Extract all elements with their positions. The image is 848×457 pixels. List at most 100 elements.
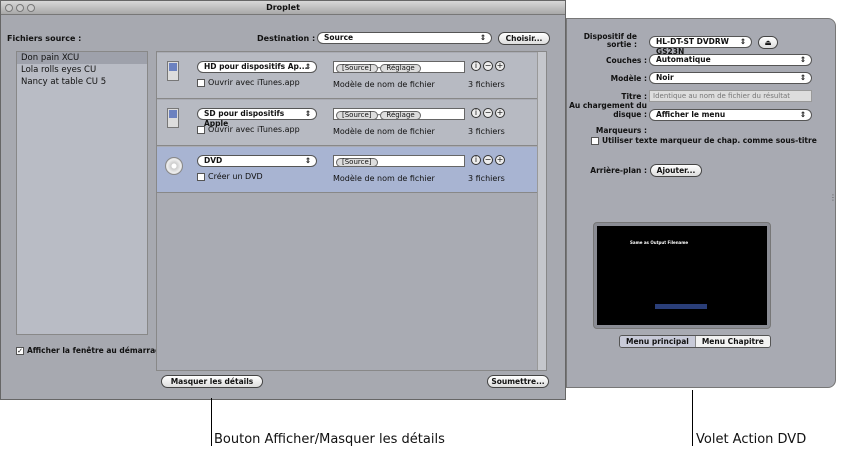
on-load-popup[interactable]: Afficher le menu ⇕ bbox=[649, 109, 812, 121]
markers-checkbox[interactable]: Utiliser texte marqueur de chap. comme s… bbox=[591, 136, 817, 145]
callout-line-right bbox=[692, 390, 693, 446]
row-actions: i − + bbox=[469, 155, 505, 165]
submit-button[interactable]: Soumettre... bbox=[487, 375, 549, 388]
pane-resize-handle[interactable]: ⋮ bbox=[829, 193, 837, 202]
add-icon[interactable]: + bbox=[495, 108, 505, 118]
preview-title: Same as Output Filename bbox=[630, 240, 689, 245]
menu-preview: Same as Output Filename bbox=[593, 222, 771, 329]
title-label: Titre : bbox=[621, 92, 647, 101]
row-option-label: Créer un DVD bbox=[208, 172, 263, 181]
row-option-checkbox[interactable]: Créer un DVD bbox=[197, 172, 263, 181]
remove-icon[interactable]: − bbox=[483, 155, 493, 165]
source-file-list[interactable]: Don pain XCU Lola rolls eyes CU Nancy at… bbox=[16, 51, 148, 335]
template-label: Modèle de nom de fichier bbox=[333, 127, 435, 136]
destination-label: Destination : bbox=[257, 34, 316, 43]
list-item[interactable]: Nancy at table CU 5 bbox=[17, 76, 147, 88]
setting-row[interactable]: DVD ⇕ [Source] i − + Créer un DVD Modèle de… bbox=[157, 147, 537, 193]
ipod-icon bbox=[167, 108, 179, 128]
checkbox[interactable] bbox=[591, 137, 599, 145]
setting-row[interactable]: HD pour dispositifs Ap... ⇕ [Source] - Régl… bbox=[157, 53, 537, 99]
popup-arrows-icon: ⇕ bbox=[799, 110, 806, 119]
template-value: Noir bbox=[656, 73, 674, 82]
template-label: Modèle : bbox=[610, 74, 647, 83]
ipod-icon bbox=[167, 61, 179, 81]
add-icon[interactable]: + bbox=[495, 155, 505, 165]
hide-details-button[interactable]: Masquer les détails bbox=[161, 375, 263, 388]
template-popup[interactable]: Noir ⇕ bbox=[649, 72, 812, 84]
callout-hide-details: Bouton Afficher/Masquer les détails bbox=[214, 432, 445, 447]
dvd-disc-icon bbox=[165, 157, 183, 175]
menu-tabs: Menu principal Menu Chapitre bbox=[619, 335, 771, 348]
destination-value: Source bbox=[324, 33, 354, 42]
filename-template-field[interactable]: [Source] - Réglage bbox=[333, 61, 465, 73]
on-load-value: Afficher le menu bbox=[656, 110, 726, 119]
minimize-button[interactable] bbox=[16, 4, 24, 12]
row-option-label: Ouvrir avec iTunes.app bbox=[208, 78, 300, 87]
preset-popup[interactable]: DVD ⇕ bbox=[197, 155, 317, 167]
zoom-button[interactable] bbox=[27, 4, 35, 12]
filename-template-field[interactable]: [Source] - Réglage bbox=[333, 108, 465, 120]
settings-list: HD pour dispositifs Ap... ⇕ [Source] - Régl… bbox=[156, 51, 547, 371]
tab-chapter-menu[interactable]: Menu Chapitre bbox=[694, 336, 770, 347]
on-load-label: Au chargement du disque : bbox=[569, 101, 647, 119]
add-icon[interactable]: + bbox=[495, 61, 505, 71]
dvd-action-pane: Dispositif de sortie : HL-DT-ST DVDRW GS… bbox=[566, 18, 837, 388]
filename-token[interactable]: [Source] bbox=[336, 64, 378, 73]
filename-token[interactable]: Réglage bbox=[380, 111, 421, 120]
info-icon[interactable]: i bbox=[471, 108, 481, 118]
popup-arrows-icon: ⇕ bbox=[304, 156, 311, 165]
row-option-checkbox[interactable]: Ouvrir avec iTunes.app bbox=[197, 125, 300, 134]
row-actions: i − + bbox=[469, 108, 505, 118]
file-count: 3 fichiers bbox=[468, 80, 505, 89]
setting-row[interactable]: SD pour dispositifs Apple ⇕ [Source] - Régl… bbox=[157, 100, 537, 146]
popup-arrows-icon: ⇕ bbox=[304, 109, 311, 118]
title-input[interactable] bbox=[649, 90, 812, 102]
show-at-launch-checkbox[interactable]: ✓ Afficher la fenêtre au démarrage bbox=[16, 346, 166, 355]
window-controls bbox=[5, 4, 35, 12]
checkbox[interactable] bbox=[197, 78, 205, 87]
template-label: Modèle de nom de fichier bbox=[333, 80, 435, 89]
info-icon[interactable]: i bbox=[471, 61, 481, 71]
destination-popup[interactable]: Source ⇕ bbox=[317, 32, 492, 44]
layers-popup[interactable]: Automatique ⇕ bbox=[649, 54, 812, 66]
row-option-checkbox[interactable]: Ouvrir avec iTunes.app bbox=[197, 78, 300, 87]
popup-arrows-icon: ⇕ bbox=[799, 73, 806, 82]
list-item[interactable]: Lola rolls eyes CU bbox=[17, 64, 147, 76]
background-label: Arrière-plan : bbox=[590, 166, 647, 175]
row-actions: i − + bbox=[469, 61, 505, 71]
output-device-popup[interactable]: HL-DT-ST DVDRW GS23N ⇕ bbox=[649, 36, 752, 56]
filename-token[interactable]: [Source] bbox=[336, 111, 378, 120]
filename-token[interactable]: Réglage bbox=[380, 64, 421, 73]
layers-label: Couches : bbox=[606, 56, 647, 65]
close-button[interactable] bbox=[5, 4, 13, 12]
remove-icon[interactable]: − bbox=[483, 61, 493, 71]
info-icon[interactable]: i bbox=[471, 155, 481, 165]
popup-arrows-icon: ⇕ bbox=[739, 37, 746, 46]
file-count: 3 fichiers bbox=[468, 174, 505, 183]
callout-dvd-pane: Volet Action DVD bbox=[696, 432, 807, 447]
remove-icon[interactable]: − bbox=[483, 108, 493, 118]
title-bar: Droplet bbox=[1, 1, 565, 15]
choose-button[interactable]: Choisir... bbox=[498, 32, 550, 45]
popup-arrows-icon: ⇕ bbox=[799, 55, 806, 64]
show-at-launch-label: Afficher la fenêtre au démarrage bbox=[27, 346, 166, 355]
eject-button[interactable]: ⏏ bbox=[758, 36, 778, 49]
template-label: Modèle de nom de fichier bbox=[333, 174, 435, 183]
checkbox[interactable] bbox=[197, 172, 205, 181]
popup-arrows-icon: ⇕ bbox=[479, 33, 486, 42]
scrollbar[interactable] bbox=[537, 52, 546, 370]
list-item[interactable]: Don pain XCU bbox=[17, 52, 147, 64]
add-background-button[interactable]: Ajouter... bbox=[650, 164, 702, 177]
filename-token[interactable]: [Source] bbox=[336, 158, 378, 167]
tab-main-menu[interactable]: Menu principal bbox=[620, 336, 695, 347]
filename-template-field[interactable]: [Source] bbox=[333, 155, 465, 167]
markers-option-label: Utiliser texte marqueur de chap. comme s… bbox=[602, 136, 817, 145]
checkbox[interactable] bbox=[197, 125, 205, 134]
markers-label: Marqueurs : bbox=[595, 126, 647, 135]
preset-popup[interactable]: SD pour dispositifs Apple ⇕ bbox=[197, 108, 317, 128]
preset-value: DVD bbox=[204, 156, 223, 165]
row-option-label: Ouvrir avec iTunes.app bbox=[208, 125, 300, 134]
popup-arrows-icon: ⇕ bbox=[304, 62, 311, 71]
preset-popup[interactable]: HD pour dispositifs Ap... ⇕ bbox=[197, 61, 317, 73]
preset-value: HD pour dispositifs Ap... bbox=[204, 62, 308, 71]
